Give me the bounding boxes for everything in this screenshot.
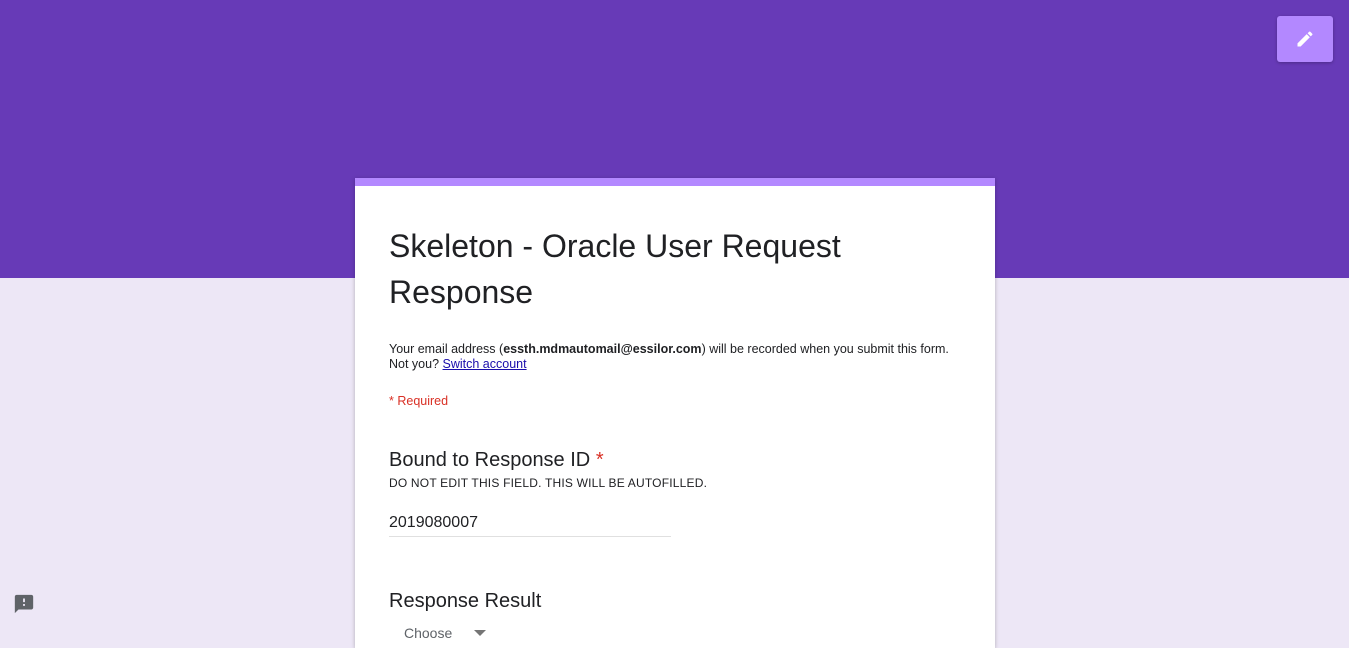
caret-down-icon bbox=[474, 630, 487, 636]
question-title-response-result: Response Result bbox=[389, 589, 961, 613]
user-email: essth.mdmautomail@essilor.com bbox=[503, 342, 702, 356]
edit-button[interactable] bbox=[1277, 16, 1333, 62]
feedback-icon[interactable] bbox=[13, 593, 35, 614]
response-id-input[interactable] bbox=[389, 514, 671, 537]
question-label: Response Result bbox=[389, 590, 542, 612]
form-title: Skeleton - Oracle User Request Response bbox=[389, 228, 841, 310]
required-asterisk: * bbox=[595, 449, 604, 471]
form-card: Skeleton - Oracle User Request Response … bbox=[355, 178, 995, 648]
question-help-text: DO NOT EDIT THIS FIELD. THIS WILL BE AUT… bbox=[389, 476, 708, 490]
response-result-dropdown[interactable]: Choose bbox=[404, 625, 961, 641]
question-label: Bound to Response ID bbox=[389, 449, 591, 471]
required-note: * Required bbox=[389, 394, 449, 408]
question-title-response-id: Bound to Response ID * bbox=[389, 448, 961, 472]
pencil-icon bbox=[1297, 31, 1313, 47]
dropdown-value: Choose bbox=[404, 625, 453, 641]
email-notice-prefix: Your email address ( bbox=[389, 342, 504, 356]
card-accent-bar bbox=[355, 178, 995, 186]
email-notice: Your email address (essth.mdmautomail@es… bbox=[389, 342, 949, 372]
switch-account-link[interactable]: Switch account bbox=[443, 357, 527, 371]
